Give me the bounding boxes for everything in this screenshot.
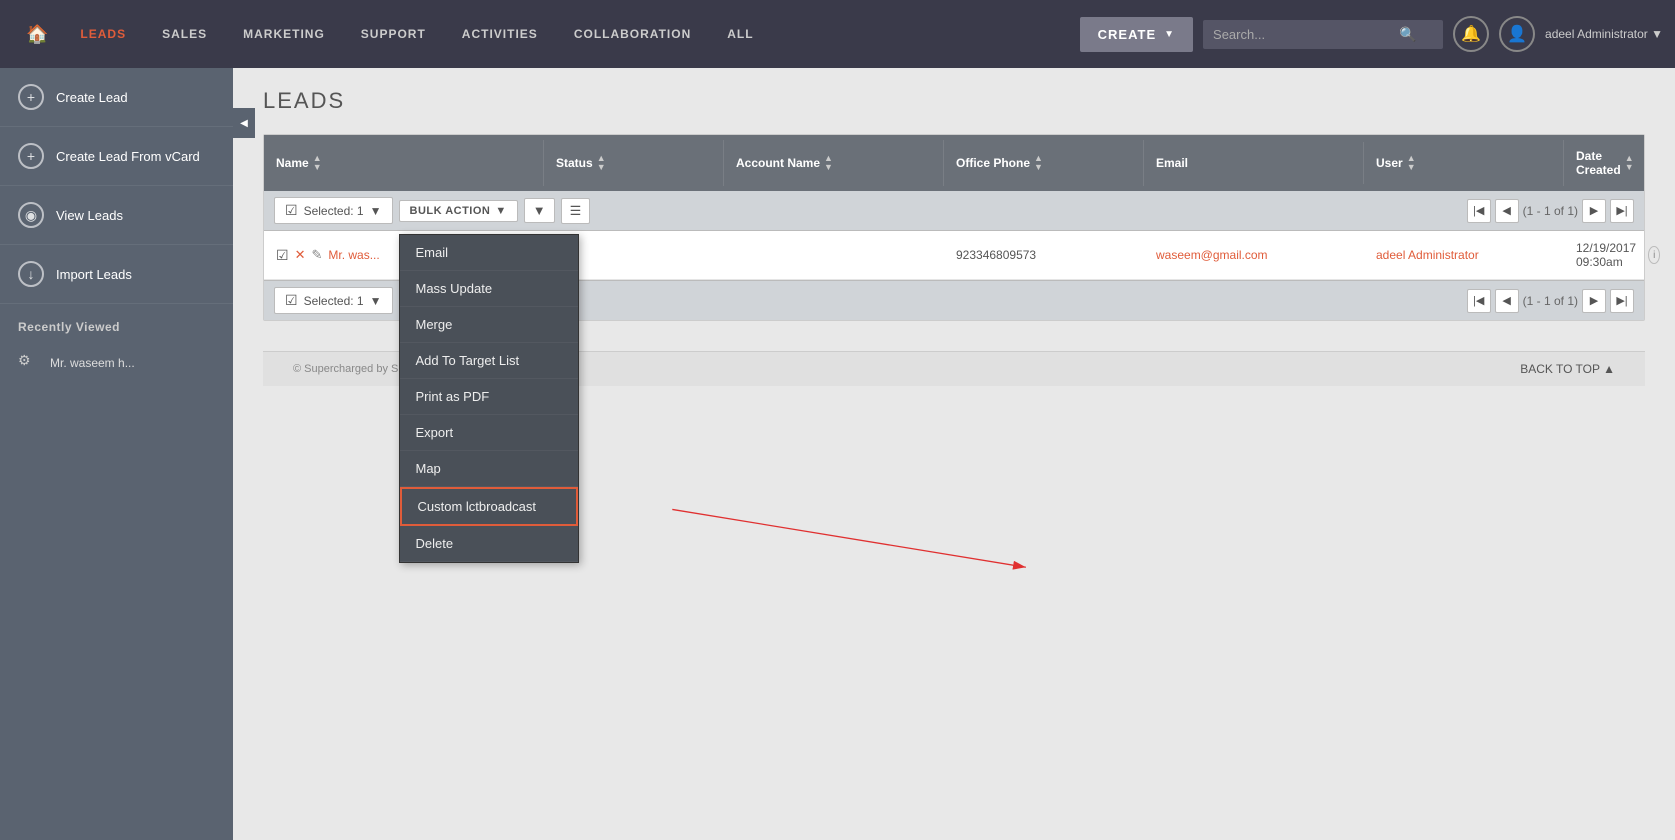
- td-email: waseem@gmail.com: [1144, 238, 1364, 272]
- sort-status-icon: ▲▼: [597, 154, 606, 172]
- bulk-add-target-list-item[interactable]: Add To Target List: [400, 343, 578, 379]
- pagination-label-bottom: (1 - 1 of 1): [1523, 294, 1578, 308]
- first-page-button-bottom[interactable]: |◀: [1467, 289, 1491, 313]
- create-lead-vcard-icon: +: [18, 143, 44, 169]
- th-user[interactable]: User ▲▼: [1364, 140, 1564, 186]
- user-name-label[interactable]: adeel Administrator ▼: [1545, 27, 1663, 41]
- next-page-button-bottom[interactable]: ▶: [1582, 289, 1606, 313]
- next-page-button[interactable]: ▶: [1582, 199, 1606, 223]
- create-arrow-icon: ▼: [1164, 29, 1175, 40]
- recently-viewed-label: Recently Viewed: [0, 304, 233, 342]
- recent-item-icon: ⚙: [18, 352, 40, 374]
- user-avatar-button[interactable]: 👤: [1499, 16, 1535, 52]
- table-header: Name ▲▼ Status ▲▼ Account Name ▲▼ Office…: [264, 135, 1644, 191]
- nav-activities[interactable]: ACTIVITIES: [444, 0, 556, 68]
- selected-dropdown-icon-bottom: ▼: [370, 294, 382, 308]
- pagination-top: |◀ ◀ (1 - 1 of 1) ▶ ▶|: [1467, 199, 1634, 223]
- th-office-phone[interactable]: Office Phone ▲▼: [944, 140, 1144, 186]
- recent-item-waseem[interactable]: ⚙ Mr. waseem h...: [0, 342, 233, 384]
- bulk-export-item[interactable]: Export: [400, 415, 578, 451]
- filter-button[interactable]: ▼: [524, 198, 555, 223]
- import-leads-icon: ↓: [18, 261, 44, 287]
- th-name[interactable]: Name ▲▼: [264, 140, 544, 186]
- lead-email-link[interactable]: waseem@gmail.com: [1156, 248, 1268, 262]
- create-lead-icon: +: [18, 84, 44, 110]
- toolbar-row-top: ☑ Selected: 1 ▼ BULK ACTION ▼ Email Mass…: [264, 191, 1644, 231]
- search-box: 🔍: [1203, 20, 1443, 49]
- bulk-map-item[interactable]: Map: [400, 451, 578, 487]
- bulk-action-container: BULK ACTION ▼ Email Mass Update Merge Ad…: [399, 200, 518, 222]
- nav-all[interactable]: ALL: [709, 0, 771, 68]
- td-office-phone: 923346809573: [944, 238, 1144, 272]
- notifications-button[interactable]: 🔔: [1453, 16, 1489, 52]
- prev-page-button[interactable]: ◀: [1495, 199, 1519, 223]
- selected-dropdown-icon: ▼: [370, 204, 382, 218]
- bulk-email-item[interactable]: Email: [400, 235, 578, 271]
- bulk-custom-lctbroadcast-item[interactable]: Custom lctbroadcast: [400, 487, 578, 526]
- columns-button[interactable]: ☰: [561, 198, 591, 224]
- topnav-right: CREATE ▼ 🔍 🔔 👤 adeel Administrator ▼: [1080, 16, 1663, 52]
- bulk-print-pdf-item[interactable]: Print as PDF: [400, 379, 578, 415]
- sidebar: + Create Lead + Create Lead From vCard ◉…: [0, 68, 233, 840]
- action-icons: ✕ ✎: [295, 247, 323, 263]
- bulk-delete-item[interactable]: Delete: [400, 526, 578, 562]
- sort-phone-icon: ▲▼: [1034, 154, 1043, 172]
- page-title: LEADS: [263, 88, 1645, 114]
- last-page-button[interactable]: ▶|: [1610, 199, 1634, 223]
- sidebar-item-view-leads[interactable]: ◉ View Leads: [0, 186, 233, 245]
- th-account-name[interactable]: Account Name ▲▼: [724, 140, 944, 186]
- prev-page-button-bottom[interactable]: ◀: [1495, 289, 1519, 313]
- checkbox-icon-bottom: ☑: [285, 292, 298, 309]
- search-icon: 🔍: [1399, 26, 1416, 43]
- sidebar-item-create-lead-vcard[interactable]: + Create Lead From vCard: [0, 127, 233, 186]
- nav-collaboration[interactable]: COLLABORATION: [556, 0, 709, 68]
- top-navigation: 🏠 LEADS SALES MARKETING SUPPORT ACTIVITI…: [0, 0, 1675, 68]
- sort-date-icon: ▲▼: [1625, 154, 1634, 172]
- row-checkbox-icon[interactable]: ☑: [276, 247, 289, 264]
- search-input[interactable]: [1213, 27, 1393, 42]
- row-info-icon[interactable]: i: [1648, 246, 1660, 264]
- bulk-action-button[interactable]: BULK ACTION ▼: [399, 200, 518, 222]
- checkbox-icon: ☑: [285, 202, 298, 219]
- content-area: ◀ LEADS Name ▲▼ Status ▲▼ Account Name ▲…: [233, 68, 1675, 840]
- td-user: adeel Administrator: [1364, 238, 1564, 272]
- first-page-button[interactable]: |◀: [1467, 199, 1491, 223]
- leads-table: Name ▲▼ Status ▲▼ Account Name ▲▼ Office…: [263, 134, 1645, 321]
- th-email[interactable]: Email: [1144, 142, 1364, 184]
- bulk-action-dropdown: Email Mass Update Merge Add To Target Li…: [399, 234, 579, 563]
- bulk-mass-update-item[interactable]: Mass Update: [400, 271, 578, 307]
- view-leads-icon: ◉: [18, 202, 44, 228]
- nav-leads[interactable]: LEADS: [62, 0, 144, 68]
- sidebar-item-import-leads[interactable]: ↓ Import Leads: [0, 245, 233, 304]
- last-page-button-bottom[interactable]: ▶|: [1610, 289, 1634, 313]
- sidebar-item-create-lead[interactable]: + Create Lead: [0, 68, 233, 127]
- edit-row-icon[interactable]: ✎: [311, 247, 322, 263]
- delete-row-icon[interactable]: ✕: [295, 247, 306, 263]
- th-date-created[interactable]: Date Created ▲▼: [1564, 135, 1646, 191]
- back-to-top-button[interactable]: BACK TO TOP ▲: [1520, 362, 1615, 376]
- nav-sales[interactable]: SALES: [144, 0, 225, 68]
- sort-name-icon: ▲▼: [313, 154, 322, 172]
- nav-marketing[interactable]: MARKETING: [225, 0, 343, 68]
- selected-count-badge-bottom[interactable]: ☑ Selected: 1 ▼: [274, 287, 393, 314]
- create-button[interactable]: CREATE ▼: [1080, 17, 1193, 52]
- selected-count-badge[interactable]: ☑ Selected: 1 ▼: [274, 197, 393, 224]
- bulk-merge-item[interactable]: Merge: [400, 307, 578, 343]
- nav-items: LEADS SALES MARKETING SUPPORT ACTIVITIES…: [62, 0, 1079, 68]
- home-button[interactable]: 🏠: [12, 24, 62, 45]
- sort-user-icon: ▲▼: [1407, 154, 1416, 172]
- pagination-label: (1 - 1 of 1): [1523, 204, 1578, 218]
- main-layout: + Create Lead + Create Lead From vCard ◉…: [0, 68, 1675, 840]
- bulk-action-arrow-icon: ▼: [495, 205, 506, 217]
- th-status[interactable]: Status ▲▼: [544, 140, 724, 186]
- pagination-bottom: |◀ ◀ (1 - 1 of 1) ▶ ▶|: [1467, 289, 1634, 313]
- lead-user-link[interactable]: adeel Administrator: [1376, 248, 1479, 262]
- td-account-name: [724, 245, 944, 265]
- nav-support[interactable]: SUPPORT: [343, 0, 444, 68]
- lead-name-link[interactable]: Mr. was...: [328, 248, 379, 262]
- sidebar-collapse-button[interactable]: ◀: [233, 108, 255, 138]
- td-date-created: 12/19/2017 09:30am i: [1564, 231, 1672, 279]
- sort-account-icon: ▲▼: [824, 154, 833, 172]
